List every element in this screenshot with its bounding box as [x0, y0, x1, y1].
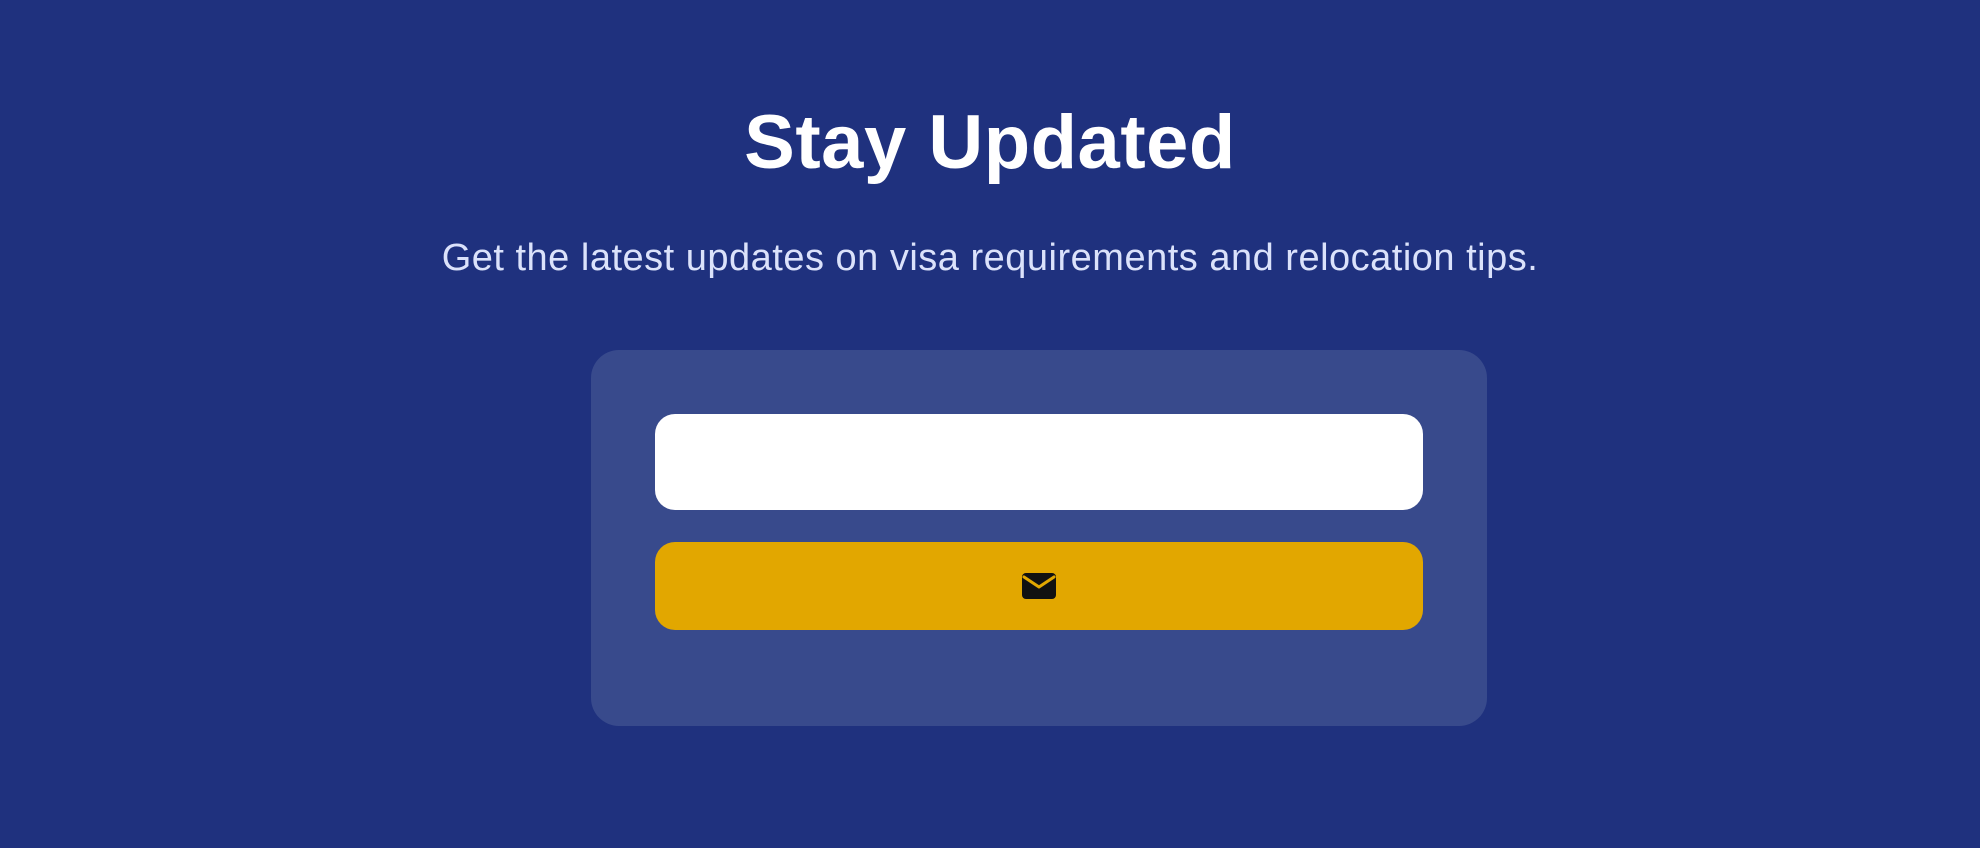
envelope-icon	[1022, 573, 1056, 599]
newsletter-subtitle: Get the latest updates on visa requireme…	[441, 237, 1539, 279]
subscribe-form-card	[591, 350, 1487, 726]
email-input[interactable]	[655, 414, 1423, 510]
subscribe-button[interactable]	[655, 542, 1423, 630]
newsletter-title: Stay Updated	[744, 100, 1236, 185]
newsletter-section: Stay Updated Get the latest updates on v…	[0, 0, 1980, 848]
